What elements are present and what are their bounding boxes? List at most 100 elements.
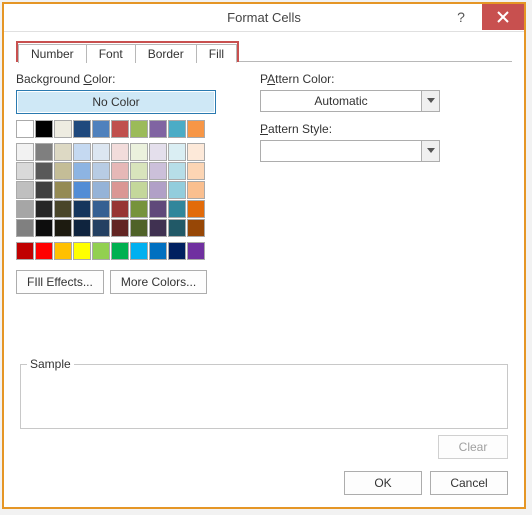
color-swatch[interactable] xyxy=(111,143,129,161)
color-swatch[interactable] xyxy=(149,120,167,138)
color-swatch[interactable] xyxy=(168,143,186,161)
color-swatch[interactable] xyxy=(187,219,205,237)
titlebar: Format Cells ? xyxy=(4,4,524,32)
color-swatch[interactable] xyxy=(16,143,34,161)
color-swatch[interactable] xyxy=(92,200,110,218)
tab-fill[interactable]: Fill xyxy=(197,44,237,63)
color-swatch[interactable] xyxy=(149,181,167,199)
sample-group: Sample xyxy=(20,364,508,429)
color-swatch[interactable] xyxy=(16,181,34,199)
color-swatch[interactable] xyxy=(35,219,53,237)
background-color-label: Background Color: xyxy=(16,72,236,86)
color-swatch[interactable] xyxy=(35,143,53,161)
color-swatch[interactable] xyxy=(111,120,129,138)
color-swatch[interactable] xyxy=(92,219,110,237)
fill-effects-button[interactable]: FIll Effects... xyxy=(16,270,104,294)
pattern-style-label: Pattern Style: xyxy=(260,122,512,136)
color-swatch[interactable] xyxy=(149,242,167,260)
color-swatch[interactable] xyxy=(187,242,205,260)
pattern-color-dropdown[interactable]: Automatic xyxy=(260,90,440,112)
color-swatch[interactable] xyxy=(168,120,186,138)
color-swatch[interactable] xyxy=(92,143,110,161)
pattern-color-label: PAttern Color: xyxy=(260,72,512,86)
color-swatch[interactable] xyxy=(16,219,34,237)
color-swatch[interactable] xyxy=(168,200,186,218)
tab-font[interactable]: Font xyxy=(87,44,136,63)
color-swatch[interactable] xyxy=(130,200,148,218)
color-swatch[interactable] xyxy=(92,120,110,138)
ok-button[interactable]: OK xyxy=(344,471,422,495)
close-button[interactable] xyxy=(482,4,524,30)
color-swatch[interactable] xyxy=(54,219,72,237)
color-swatch[interactable] xyxy=(187,120,205,138)
help-button[interactable]: ? xyxy=(440,4,482,30)
clear-button: Clear xyxy=(438,435,508,459)
pattern-color-value: Automatic xyxy=(261,94,421,108)
color-swatch[interactable] xyxy=(149,162,167,180)
color-swatch[interactable] xyxy=(111,162,129,180)
color-swatch[interactable] xyxy=(16,162,34,180)
color-swatch[interactable] xyxy=(35,200,53,218)
color-swatch[interactable] xyxy=(168,242,186,260)
color-swatch[interactable] xyxy=(16,200,34,218)
dropdown-arrow xyxy=(421,141,439,161)
color-swatch[interactable] xyxy=(130,143,148,161)
close-icon xyxy=(497,11,509,23)
color-swatch[interactable] xyxy=(54,242,72,260)
color-swatch[interactable] xyxy=(149,200,167,218)
color-swatch[interactable] xyxy=(73,181,91,199)
color-swatch[interactable] xyxy=(73,200,91,218)
color-swatch[interactable] xyxy=(35,162,53,180)
color-swatch[interactable] xyxy=(73,219,91,237)
color-swatch[interactable] xyxy=(92,181,110,199)
color-swatch[interactable] xyxy=(16,120,34,138)
no-color-label: No Color xyxy=(92,95,139,109)
color-swatch[interactable] xyxy=(35,120,53,138)
format-cells-dialog: Format Cells ? Number Font Border Fill B… xyxy=(2,2,526,509)
chevron-down-icon xyxy=(427,98,435,104)
color-swatch[interactable] xyxy=(187,181,205,199)
color-swatch[interactable] xyxy=(130,219,148,237)
pattern-style-dropdown[interactable] xyxy=(260,140,440,162)
color-swatch[interactable] xyxy=(54,143,72,161)
color-swatch[interactable] xyxy=(168,219,186,237)
color-swatch[interactable] xyxy=(149,219,167,237)
tab-border[interactable]: Border xyxy=(136,44,197,63)
color-swatch[interactable] xyxy=(168,181,186,199)
color-swatch[interactable] xyxy=(54,120,72,138)
color-swatch[interactable] xyxy=(35,181,53,199)
color-swatch[interactable] xyxy=(130,120,148,138)
color-swatch[interactable] xyxy=(73,120,91,138)
color-swatch[interactable] xyxy=(111,200,129,218)
more-colors-button[interactable]: More Colors... xyxy=(110,270,207,294)
tab-highlight: Number Font Border Fill xyxy=(16,41,239,62)
color-swatch[interactable] xyxy=(130,181,148,199)
color-swatch[interactable] xyxy=(168,162,186,180)
color-swatch[interactable] xyxy=(35,242,53,260)
dropdown-arrow xyxy=(421,91,439,111)
color-swatch[interactable] xyxy=(92,242,110,260)
color-swatch[interactable] xyxy=(111,242,129,260)
color-swatch[interactable] xyxy=(111,181,129,199)
color-swatch[interactable] xyxy=(130,162,148,180)
color-swatch[interactable] xyxy=(54,181,72,199)
color-swatch[interactable] xyxy=(111,219,129,237)
color-swatch[interactable] xyxy=(73,242,91,260)
color-swatch[interactable] xyxy=(187,162,205,180)
no-color-button[interactable]: No Color xyxy=(16,90,216,114)
color-swatch[interactable] xyxy=(92,162,110,180)
color-swatch[interactable] xyxy=(54,162,72,180)
color-swatch[interactable] xyxy=(54,200,72,218)
chevron-down-icon xyxy=(427,148,435,154)
color-swatch[interactable] xyxy=(187,200,205,218)
tab-row: Number Font Border Fill xyxy=(16,40,512,62)
sample-label: Sample xyxy=(27,357,74,371)
color-swatch[interactable] xyxy=(73,143,91,161)
color-swatch[interactable] xyxy=(73,162,91,180)
color-swatch[interactable] xyxy=(16,242,34,260)
cancel-button[interactable]: Cancel xyxy=(430,471,508,495)
color-swatch[interactable] xyxy=(187,143,205,161)
color-swatch[interactable] xyxy=(130,242,148,260)
color-swatch[interactable] xyxy=(149,143,167,161)
tab-number[interactable]: Number xyxy=(18,44,87,63)
